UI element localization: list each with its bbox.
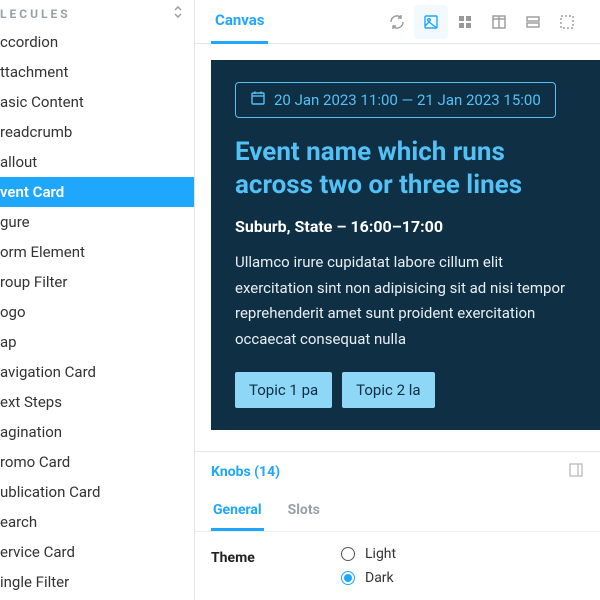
event-description: Ullamco irure cupidatat labore cillum el…	[235, 250, 576, 352]
radio-icon	[341, 547, 355, 561]
event-card: 20 Jan 2023 11:00 — 21 Jan 2023 15:00 Ev…	[211, 60, 600, 430]
sidebar-item[interactable]: ingle Filter	[0, 567, 194, 597]
image-icon[interactable]	[414, 5, 448, 39]
sidebar-item[interactable]: readcrumb	[0, 117, 194, 147]
columns-icon[interactable]	[482, 5, 516, 39]
tab-general[interactable]: General	[211, 492, 264, 531]
sidebar-item[interactable]: avigation Card	[0, 357, 194, 387]
knob-row-theme: Theme Light Dark	[195, 532, 600, 600]
sidebar-item[interactable]: agination	[0, 417, 194, 447]
radio-label: Dark	[365, 570, 394, 586]
tab-slots[interactable]: Slots	[286, 492, 322, 531]
canvas-panel: 20 Jan 2023 11:00 — 21 Jan 2023 15:00 Ev…	[195, 44, 600, 451]
sidebar-group-header[interactable]: LECULES	[0, 0, 194, 27]
sidebar-item[interactable]: roup Filter	[0, 267, 194, 297]
tab-canvas[interactable]: Canvas	[211, 0, 268, 44]
sidebar-item[interactable]: earch	[0, 507, 194, 537]
sidebar-item[interactable]: ext Steps	[0, 387, 194, 417]
grid-icon[interactable]	[448, 5, 482, 39]
sidebar: LECULES ccordionttachmentasic Contentrea…	[0, 0, 195, 600]
sidebar-item[interactable]: asic Content	[0, 87, 194, 117]
refresh-icon[interactable]	[380, 5, 414, 39]
topic-pill[interactable]: Topic 1 pa	[235, 372, 332, 408]
sidebar-item[interactable]: vent Card	[0, 177, 194, 207]
theme-radio-group: Light Dark	[341, 546, 396, 586]
event-title: Event name which runs across two or thre…	[235, 136, 576, 201]
event-date-text: 20 Jan 2023 11:00 — 21 Jan 2023 15:00	[274, 91, 541, 109]
knobs-header[interactable]: Knobs (14)	[195, 452, 600, 492]
topic-pills: Topic 1 pa Topic 2 la	[235, 372, 576, 408]
fullscreen-icon[interactable]	[550, 5, 584, 39]
rows-icon[interactable]	[516, 5, 550, 39]
knob-label-theme: Theme	[211, 546, 321, 566]
sidebar-item[interactable]: ap	[0, 327, 194, 357]
sidebar-group-label: LECULES	[0, 7, 71, 21]
toolbar: Canvas	[195, 0, 600, 44]
sidebar-item[interactable]: orm Element	[0, 237, 194, 267]
radio-option[interactable]: Light	[341, 546, 396, 562]
calendar-icon	[250, 90, 266, 110]
sidebar-item[interactable]: ccordion	[0, 27, 194, 57]
event-date-pill: 20 Jan 2023 11:00 — 21 Jan 2023 15:00	[235, 82, 556, 118]
radio-option[interactable]: Dark	[341, 570, 396, 586]
topic-pill[interactable]: Topic 2 la	[342, 372, 434, 408]
event-meta: Suburb, State – 16:00–17:00	[235, 217, 576, 236]
sidebar-item[interactable]: ogo	[0, 297, 194, 327]
sidebar-item[interactable]: gure	[0, 207, 194, 237]
knobs-panel: Knobs (14) General Slots Theme Light Dark	[195, 451, 600, 600]
sidebar-item[interactable]: ublication Card	[0, 477, 194, 507]
sidebar-item[interactable]: ttachment	[0, 57, 194, 87]
knobs-tabs: General Slots	[195, 492, 600, 532]
sidebar-item[interactable]: romo Card	[0, 447, 194, 477]
sidebar-item[interactable]: allout	[0, 147, 194, 177]
knobs-title: Knobs (14)	[211, 464, 280, 480]
main: Canvas	[195, 0, 600, 600]
toolbar-icons	[380, 5, 584, 39]
panel-layout-icon[interactable]	[568, 462, 584, 482]
sidebar-items: ccordionttachmentasic Contentreadcrumbal…	[0, 27, 194, 600]
radio-icon	[341, 571, 355, 585]
expand-icon	[172, 6, 184, 21]
sidebar-item[interactable]: ervice Card	[0, 537, 194, 567]
radio-label: Light	[365, 546, 396, 562]
